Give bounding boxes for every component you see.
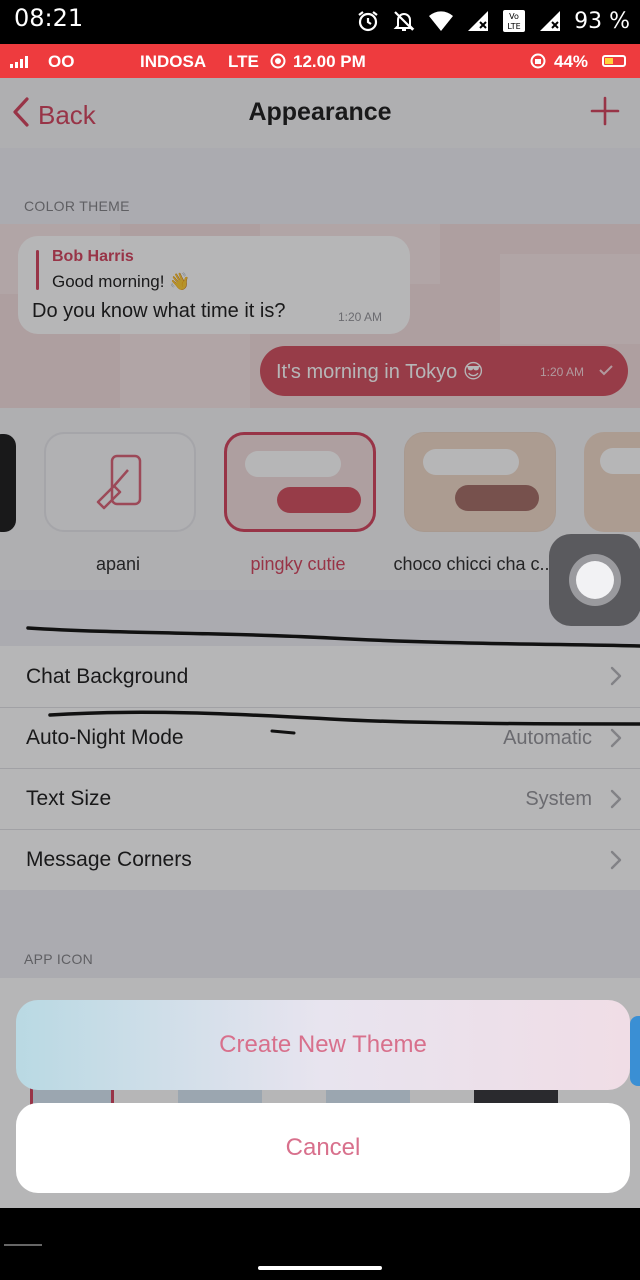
- home-gesture-bar[interactable]: [258, 1266, 382, 1270]
- android-nav-bar: [0, 1208, 640, 1280]
- ios-status-bar: OO INDOSA LTE 12.00 PM 44%: [0, 44, 640, 78]
- battery-percent: 93 %: [574, 8, 630, 34]
- network-type: LTE: [228, 52, 259, 71]
- carrier-name: INDOSA: [140, 52, 207, 71]
- cell-signal-icon: [466, 10, 490, 32]
- partial-icon: [630, 1016, 640, 1086]
- android-status-bar: 08:21 Vo LTE 93 %: [0, 0, 640, 44]
- wifi-icon: [428, 10, 454, 32]
- screen: 08:21 Vo LTE 93 % OO INDOSA LTE 12.00 PM…: [0, 0, 640, 1280]
- ios-battery-percent: 44%: [554, 52, 589, 71]
- cell-signal-icon: [538, 10, 562, 32]
- create-new-theme-button[interactable]: Create New Theme: [16, 1000, 630, 1090]
- ios-time: 12.00 PM: [293, 52, 366, 71]
- record-icon: [270, 53, 286, 74]
- carrier-short: OO: [48, 52, 75, 71]
- svg-text:LTE: LTE: [507, 22, 520, 31]
- status-time: 08:21: [14, 4, 84, 32]
- appearance-screen: Back Appearance COLOR THEME Bob Harris G…: [0, 78, 640, 1208]
- svg-text:Vo: Vo: [509, 12, 519, 21]
- alarm-icon: [356, 9, 380, 33]
- notifications-off-icon: [392, 9, 416, 33]
- signal-bars-icon: [10, 56, 28, 68]
- assistive-touch-button[interactable]: [549, 534, 640, 626]
- volte-icon: Vo LTE: [502, 9, 526, 33]
- orientation-lock-icon: [530, 53, 546, 74]
- cancel-button[interactable]: Cancel: [16, 1103, 630, 1193]
- battery-icon: [602, 55, 626, 67]
